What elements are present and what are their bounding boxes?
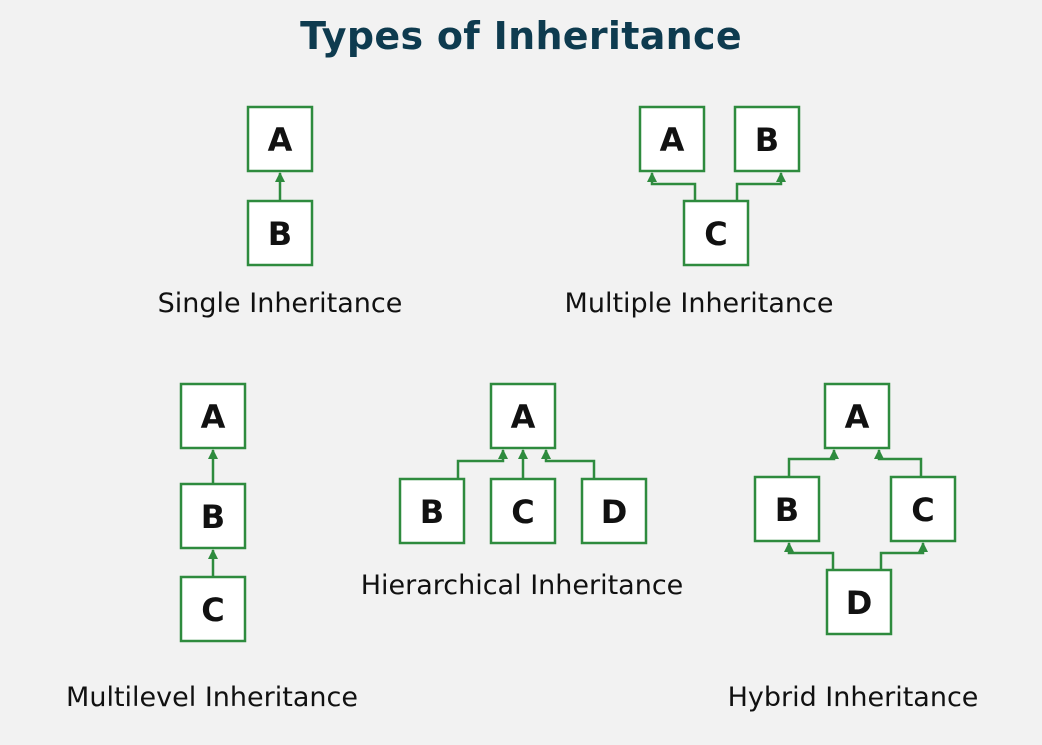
multiple-node-b-label: B bbox=[755, 121, 779, 159]
multilevel-inheritance-diagram: A B C Multilevel Inheritance bbox=[66, 382, 358, 713]
hybrid-caption: Hybrid Inheritance bbox=[728, 682, 979, 713]
multilevel-node-a-label: A bbox=[201, 398, 226, 436]
multiple-inheritance-diagram: A B C Multiple Inheritance bbox=[565, 105, 834, 319]
hybrid-arrow-b-to-a bbox=[787, 449, 839, 477]
hybrid-node-d-label: D bbox=[846, 584, 873, 622]
multiple-node-a-label: A bbox=[660, 121, 685, 159]
hierarchical-arrow-b-to-a bbox=[456, 449, 508, 479]
multiple-arrow-c-to-a bbox=[647, 172, 697, 201]
hierarchical-node-b-label: B bbox=[420, 493, 444, 531]
hierarchical-node-a-label: A bbox=[511, 398, 536, 436]
hybrid-arrow-d-to-b bbox=[784, 542, 835, 570]
hierarchical-arrow-d-to-a bbox=[541, 449, 596, 479]
inheritance-diagrams: A B Single Inheritance A B C Multiple In… bbox=[66, 105, 979, 713]
hybrid-arrow-c-to-a bbox=[874, 449, 923, 477]
single-inheritance-diagram: A B Single Inheritance bbox=[158, 105, 403, 319]
hierarchical-inheritance-diagram: A B C D Hierarchical Inheritance bbox=[361, 382, 684, 601]
single-node-a-label: A bbox=[268, 121, 293, 159]
hierarchical-node-d-label: D bbox=[601, 493, 628, 531]
hierarchical-node-c-label: C bbox=[511, 493, 534, 531]
hybrid-node-b-label: B bbox=[775, 491, 799, 529]
multiple-arrow-c-to-b bbox=[735, 172, 786, 201]
multilevel-node-b-label: B bbox=[201, 498, 225, 536]
hybrid-arrow-d-to-c bbox=[879, 542, 928, 570]
multiple-node-c-label: C bbox=[704, 215, 727, 253]
hybrid-inheritance-diagram: A B C D Hybrid Inheritance bbox=[728, 382, 979, 713]
single-node-b-label: B bbox=[268, 215, 292, 253]
multiple-caption: Multiple Inheritance bbox=[565, 288, 834, 319]
multilevel-caption: Multilevel Inheritance bbox=[66, 682, 358, 713]
hybrid-node-c-label: C bbox=[911, 491, 934, 529]
single-caption: Single Inheritance bbox=[158, 288, 403, 319]
multilevel-node-c-label: C bbox=[201, 591, 224, 629]
hybrid-node-a-label: A bbox=[845, 398, 870, 436]
hierarchical-caption: Hierarchical Inheritance bbox=[361, 570, 684, 601]
